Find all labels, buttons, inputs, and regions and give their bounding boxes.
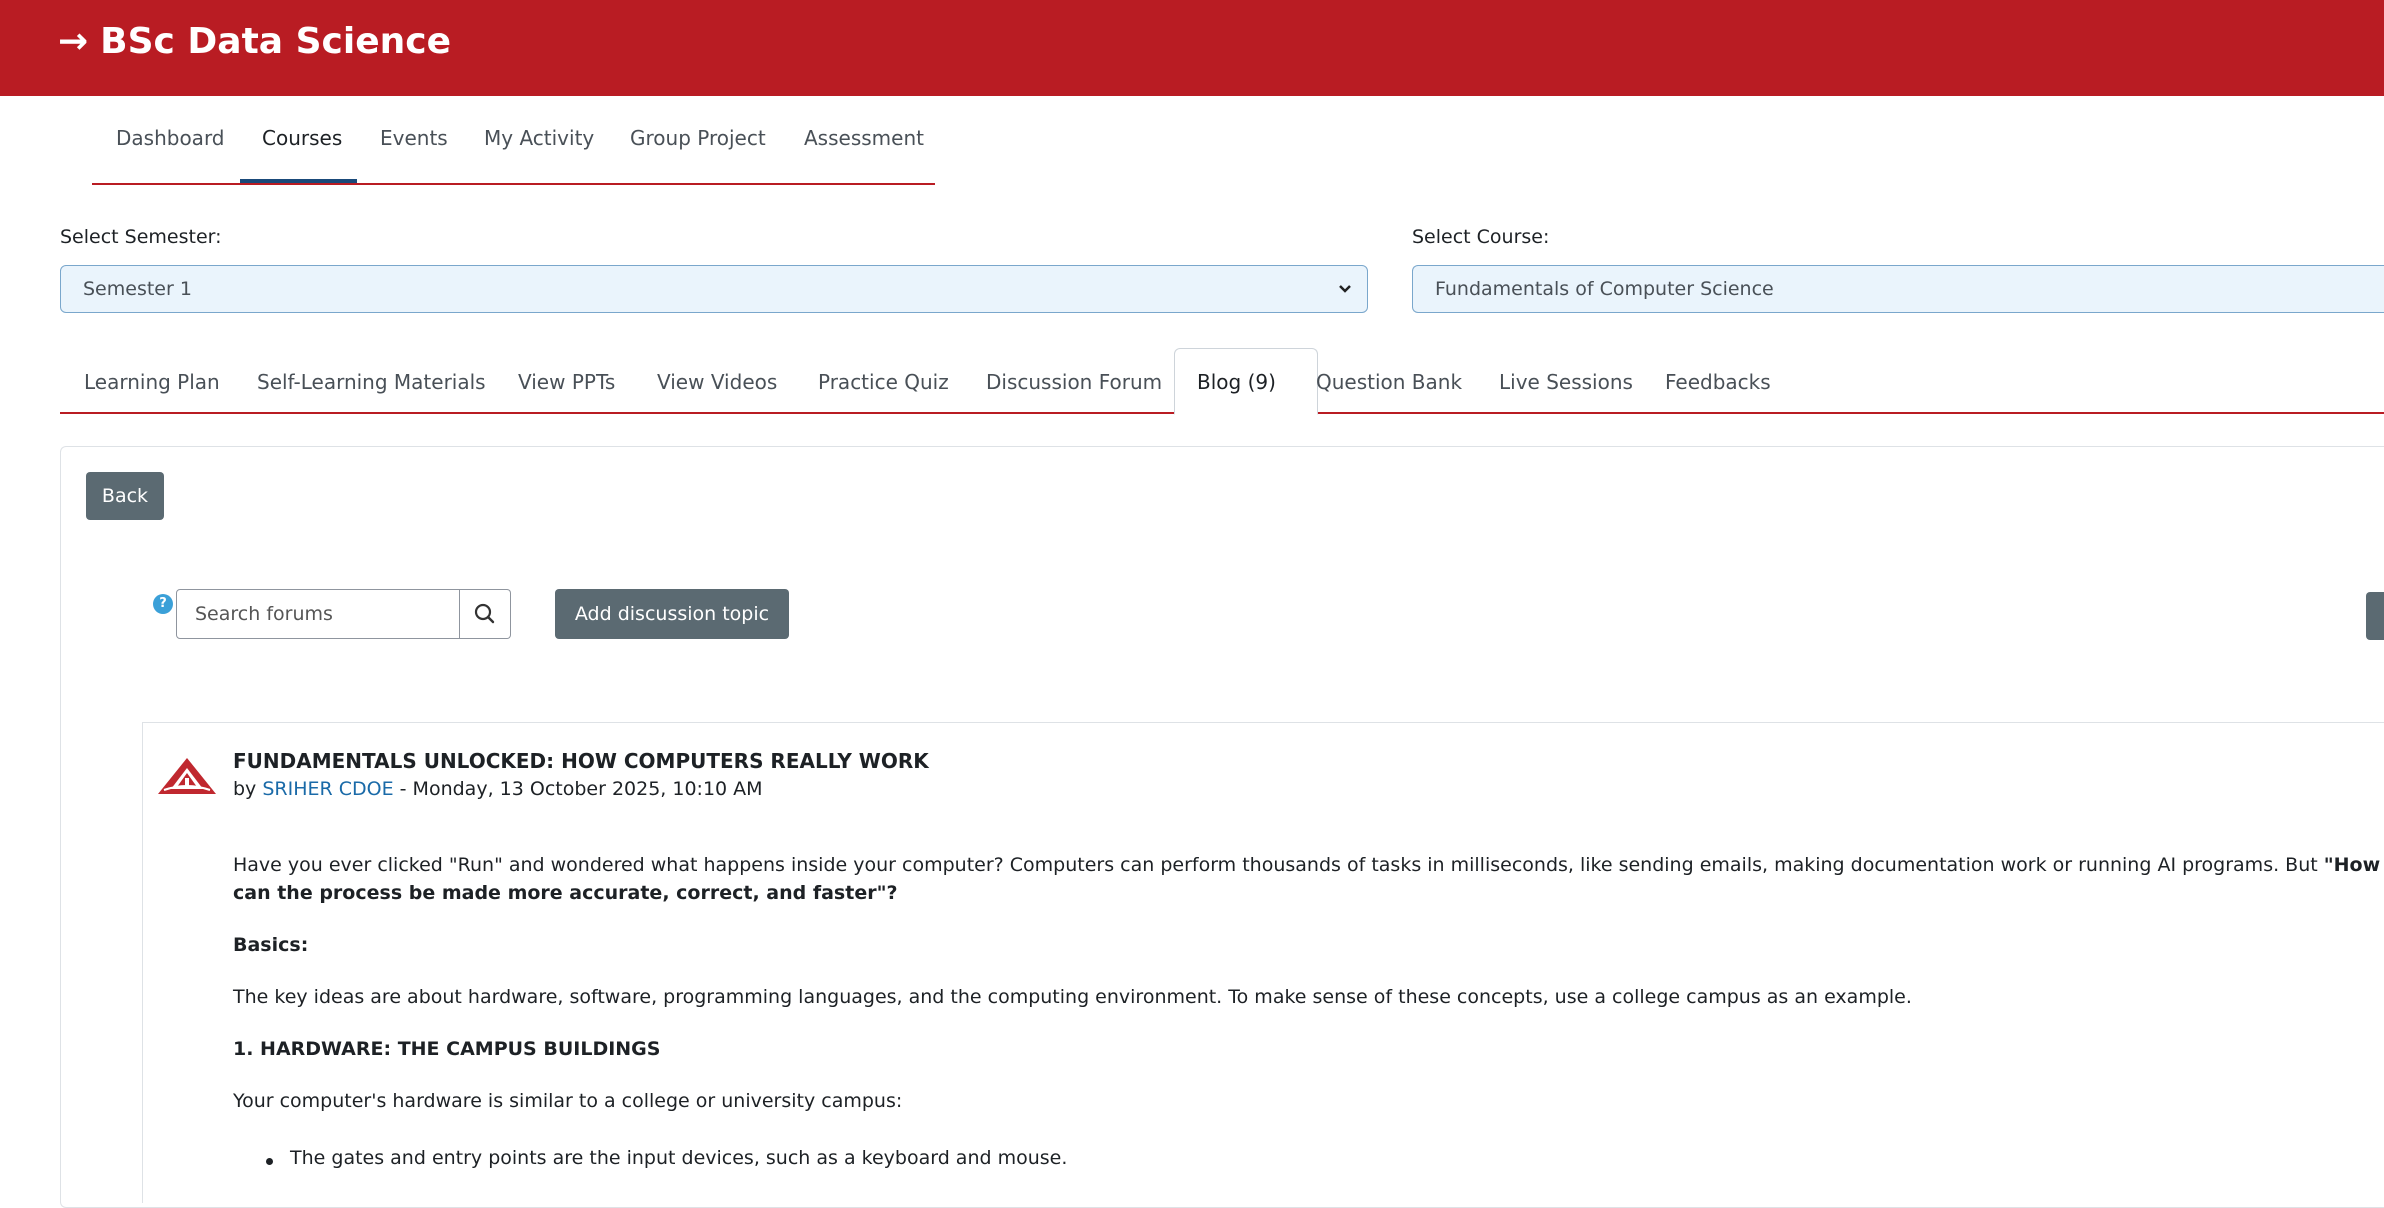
add-discussion-topic-button[interactable]: Add discussion topic <box>555 589 789 639</box>
post-intro-line-1: Have you ever clicked "Run" and wondered… <box>233 854 2384 876</box>
section-1-heading-text: 1. HARDWARE: THE CAMPUS BUILDINGS <box>233 1038 661 1060</box>
tab-live-sessions[interactable]: Live Sessions <box>1499 346 1633 412</box>
course-tabs: Learning Plan Self-Learning Materials Vi… <box>60 346 2384 415</box>
tab-blog[interactable]: Blog (9) <box>1174 348 1318 415</box>
nav-my-activity[interactable]: My Activity <box>484 96 594 183</box>
top-header: → BSc Data Science <box>0 0 2384 96</box>
nav-group-project[interactable]: Group Project <box>630 96 766 183</box>
settings-button[interactable] <box>2366 592 2384 640</box>
nav-events[interactable]: Events <box>380 96 448 183</box>
section-1-heading: 1. HARDWARE: THE CAMPUS BUILDINGS <box>233 1038 660 1060</box>
basics-text: The key ideas are about hardware, softwa… <box>233 986 1912 1008</box>
site-title-text: BSc Data Science <box>100 21 452 62</box>
post-date: - Monday, 13 October 2025, 10:10 AM <box>393 778 763 800</box>
post-author-link[interactable]: SRIHER CDOE <box>262 778 393 800</box>
arrow-right-icon: → <box>58 21 89 62</box>
post-by: by <box>233 778 257 800</box>
basics-heading: Basics: <box>233 934 308 956</box>
post-intro-bold-2: can the process be made more accurate, c… <box>233 882 898 904</box>
author-logo-icon <box>156 756 218 796</box>
back-button[interactable]: Back <box>86 472 164 520</box>
bullet-item: The gates and entry points are the input… <box>290 1147 1068 1169</box>
course-label: Select Course: <box>1412 226 1550 248</box>
nav-dashboard[interactable]: Dashboard <box>116 96 225 183</box>
chevron-down-icon <box>1337 266 1353 312</box>
course-select[interactable]: Fundamentals of Computer Science <box>1412 265 2384 313</box>
tab-feedbacks[interactable]: Feedbacks <box>1665 346 1771 412</box>
tab-discussion-forum[interactable]: Discussion Forum <box>986 346 1162 412</box>
tab-learning-plan[interactable]: Learning Plan <box>84 346 220 412</box>
post-title: FUNDAMENTALS UNLOCKED: HOW COMPUTERS REA… <box>233 749 929 773</box>
semester-select-value: Semester 1 <box>83 278 192 300</box>
course-select-value: Fundamentals of Computer Science <box>1435 278 1774 300</box>
tab-view-ppts[interactable]: View PPTs <box>518 346 615 412</box>
tab-self-learning-materials[interactable]: Self-Learning Materials <box>257 346 486 412</box>
search-button[interactable] <box>460 589 511 639</box>
main-nav: Dashboard Courses Events My Activity Gro… <box>92 96 935 185</box>
semester-label: Select Semester: <box>60 226 222 248</box>
nav-active-indicator <box>240 179 357 183</box>
basics-heading-text: Basics: <box>233 934 309 956</box>
nav-assessment[interactable]: Assessment <box>804 96 924 183</box>
nav-courses[interactable]: Courses <box>262 96 342 183</box>
site-title[interactable]: → BSc Data Science <box>58 20 451 64</box>
post-byline: by SRIHER CDOE - Monday, 13 October 2025… <box>233 778 763 800</box>
tab-question-bank[interactable]: Question Bank <box>1316 346 1462 412</box>
bullet-dot <box>266 1158 273 1165</box>
search-input[interactable] <box>176 589 460 639</box>
post-intro-bold: "How do the <box>2323 854 2384 876</box>
post-intro-line-2: can the process be made more accurate, c… <box>233 882 898 904</box>
help-icon[interactable]: ? <box>153 594 173 614</box>
tab-view-videos[interactable]: View Videos <box>657 346 777 412</box>
post-intro-text: Have you ever clicked "Run" and wondered… <box>233 854 2324 876</box>
search-icon <box>474 603 495 624</box>
tab-practice-quiz[interactable]: Practice Quiz <box>818 346 949 412</box>
semester-select[interactable]: Semester 1 <box>60 265 1368 313</box>
section-1-text: Your computer's hardware is similar to a… <box>233 1090 903 1112</box>
